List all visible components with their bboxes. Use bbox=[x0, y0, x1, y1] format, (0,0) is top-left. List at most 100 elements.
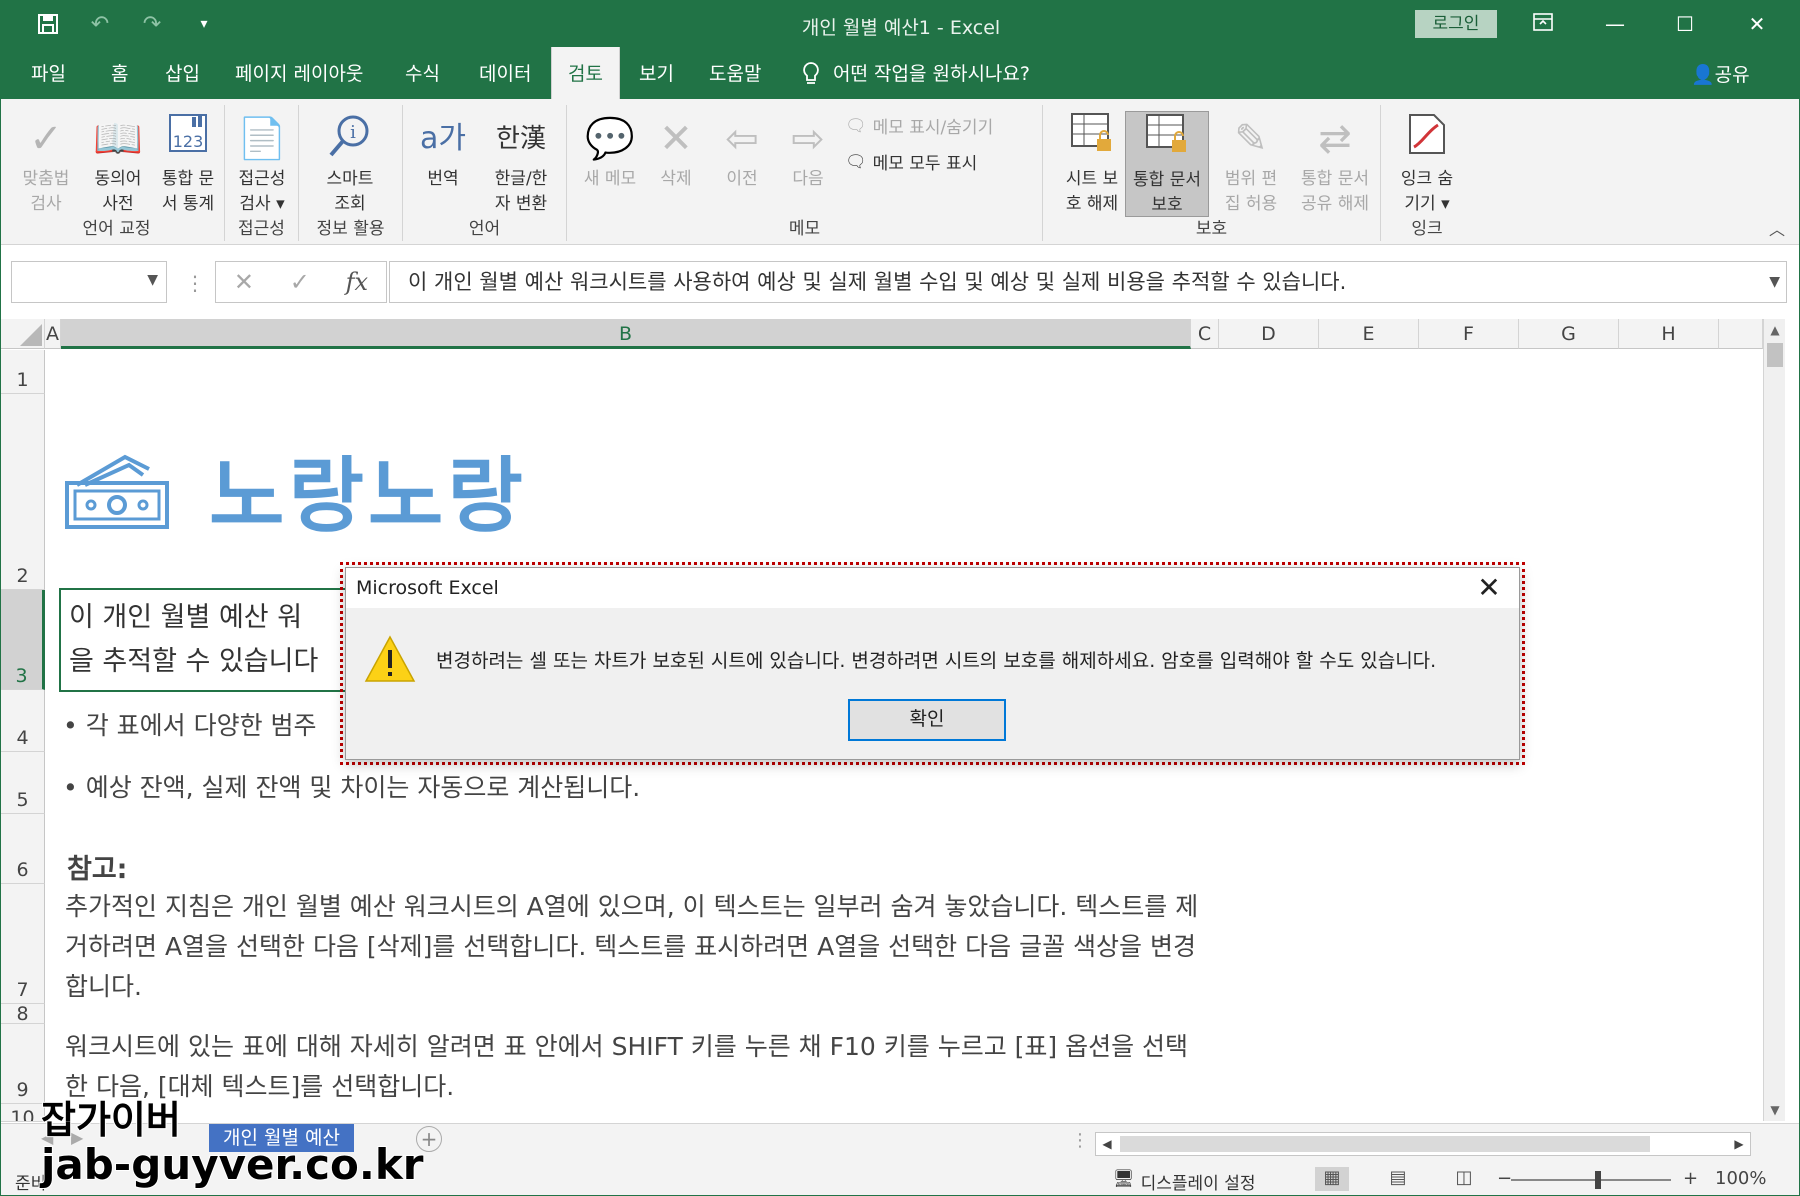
scroll-right-icon[interactable]: ▶ bbox=[1728, 1133, 1750, 1155]
column-header-d[interactable]: D bbox=[1219, 319, 1319, 349]
group-comments: 💬 새 메모 ✕ 삭제 ⇦ 이전 ⇨ 다음 🗨 메모 표시/숨기기 🗨 메모 모두 … bbox=[567, 105, 1043, 241]
smart-lookup-button[interactable]: i 스마트 조회 bbox=[317, 111, 383, 217]
allow-edit-ranges-button[interactable]: ✎ 범위 편 집 허용 bbox=[1213, 111, 1289, 217]
row-number: 3 bbox=[15, 665, 28, 687]
delete-comment-button[interactable]: ✕ 삭제 bbox=[643, 111, 709, 192]
column-header-f[interactable]: F bbox=[1419, 319, 1519, 349]
check-access-label-1: 접근성 bbox=[238, 169, 286, 189]
insert-function-icon[interactable]: fx bbox=[346, 268, 368, 296]
new-comment-button[interactable]: 💬 새 메모 bbox=[577, 111, 643, 192]
row-header-1[interactable]: 1 bbox=[1, 350, 45, 394]
tab-data[interactable]: 데이터 bbox=[463, 47, 547, 99]
next-comment-button[interactable]: ⇨ 다음 bbox=[775, 111, 841, 192]
tab-page-layout[interactable]: 페이지 레이아웃 bbox=[219, 47, 379, 99]
scroll-left-icon[interactable]: ◀ bbox=[1096, 1133, 1118, 1155]
thesaurus-label-1: 동의어 bbox=[94, 169, 142, 189]
row-header-8[interactable]: 8 bbox=[1, 1003, 45, 1025]
page-break-view-icon[interactable]: ◫ bbox=[1447, 1167, 1481, 1191]
ink-icon bbox=[1389, 111, 1465, 167]
show-all-comments-button[interactable]: 🗨 메모 모두 표시 bbox=[845, 149, 977, 175]
tell-me-search[interactable]: 어떤 작업을 원하시나요? bbox=[801, 47, 1030, 99]
row-header-10[interactable]: 10 bbox=[1, 1104, 45, 1122]
cancel-icon[interactable]: ✕ bbox=[234, 268, 254, 296]
hide-ink-label-2: 기기 ▾ bbox=[1404, 194, 1450, 214]
ok-button[interactable]: 확인 bbox=[848, 699, 1006, 741]
check-accessibility-button[interactable]: 📄 접근성 검사 ▾ bbox=[229, 111, 295, 217]
hide-ink-button[interactable]: 잉크 숨 기기 ▾ bbox=[1389, 111, 1465, 217]
tab-home[interactable]: 홈 bbox=[95, 47, 144, 99]
expand-formula-icon[interactable]: ▼ bbox=[1769, 262, 1780, 302]
column-header-b[interactable]: B bbox=[61, 319, 1191, 349]
column-header-e[interactable]: E bbox=[1319, 319, 1419, 349]
new-comment-label: 새 메모 bbox=[583, 169, 637, 189]
close-window-icon[interactable]: ✕ bbox=[1725, 7, 1789, 41]
thesaurus-button[interactable]: 📖 동의어 사전 bbox=[85, 111, 151, 217]
hscroll-thumb[interactable] bbox=[1120, 1136, 1650, 1152]
unshare-workbook-button[interactable]: ⇄ 통합 문서 공유 해제 bbox=[1293, 111, 1377, 217]
minimize-icon[interactable]: — bbox=[1583, 7, 1647, 41]
vertical-scrollbar[interactable]: ▲ ▼ bbox=[1763, 319, 1785, 1121]
show-hide-comment-button[interactable]: 🗨 메모 표시/숨기기 bbox=[845, 113, 994, 139]
tab-formulas[interactable]: 수식 bbox=[389, 47, 456, 99]
show-hide-comment-label: 메모 표시/숨기기 bbox=[872, 118, 994, 138]
comments-icon: 🗨 bbox=[845, 151, 867, 172]
enter-icon[interactable]: ✓ bbox=[290, 268, 310, 296]
tab-insert[interactable]: 삽입 bbox=[149, 47, 216, 99]
group-ink: 잉크 숨 기기 ▾ 잉크 bbox=[1381, 105, 1473, 241]
name-box[interactable]: ▼ bbox=[11, 261, 167, 303]
zoom-slider-handle[interactable] bbox=[1595, 1171, 1601, 1189]
horizontal-scrollbar[interactable]: ◀ ▶ bbox=[1095, 1132, 1751, 1156]
dialog-message: 변경하려는 셀 또는 차트가 보호된 시트에 있습니다. 변경하려면 시트의 보… bbox=[436, 650, 1437, 672]
display-settings-button[interactable]: 🖥 디스플레이 설정 bbox=[1113, 1169, 1255, 1194]
column-header-g[interactable]: G bbox=[1519, 319, 1619, 349]
select-all-corner[interactable] bbox=[1, 319, 45, 349]
row-header-9[interactable]: 9 bbox=[1, 1024, 45, 1104]
row-header-3[interactable]: 3 bbox=[1, 590, 45, 690]
row-number: 1 bbox=[16, 369, 29, 391]
row-header-7[interactable]: 7 bbox=[1, 884, 45, 1004]
previous-comment-button[interactable]: ⇦ 이전 bbox=[709, 111, 775, 192]
monitor-icon: 🖥 bbox=[1113, 1169, 1135, 1189]
column-header-h[interactable]: H bbox=[1619, 319, 1719, 349]
row-header-4[interactable]: 4 bbox=[1, 690, 45, 752]
translate-button[interactable]: a가 번역 bbox=[415, 111, 471, 192]
tab-review[interactable]: 검토 bbox=[551, 47, 620, 99]
login-button[interactable]: 로그인 bbox=[1415, 10, 1497, 38]
scroll-up-icon[interactable]: ▲ bbox=[1764, 319, 1786, 341]
page-layout-view-icon[interactable]: ▤ bbox=[1381, 1167, 1415, 1191]
column-header-blank bbox=[1719, 319, 1763, 349]
tab-view[interactable]: 보기 bbox=[623, 47, 690, 99]
scroll-down-icon[interactable]: ▼ bbox=[1764, 1099, 1786, 1121]
row-header-6[interactable]: 6 bbox=[1, 814, 45, 884]
dialog-close-icon[interactable]: ✕ bbox=[1469, 568, 1509, 608]
split-handle-icon[interactable]: ⋮ bbox=[1071, 1130, 1089, 1151]
drag-handle-icon[interactable]: ⋮ bbox=[185, 271, 205, 295]
row-number: 10 bbox=[10, 1107, 35, 1122]
formula-input[interactable]: 이 개인 월별 예산 워크시트를 사용하여 예상 및 실제 월별 수입 및 예상… bbox=[389, 261, 1787, 303]
workbook-statistics-button[interactable]: 123 통합 문 서 통계 bbox=[155, 111, 221, 217]
zoom-level[interactable]: 100% bbox=[1715, 1168, 1766, 1189]
tab-file[interactable]: 파일 bbox=[15, 47, 82, 99]
spelling-button[interactable]: ✓ 맞춤법 검사 bbox=[13, 111, 79, 217]
row-header-5[interactable]: 5 bbox=[1, 752, 45, 814]
statistics-icon: 123 bbox=[155, 111, 221, 167]
tab-help[interactable]: 도움말 bbox=[693, 47, 777, 99]
spell-check-icon: ✓ bbox=[29, 116, 63, 162]
collapse-ribbon-icon[interactable]: ︿ bbox=[1769, 216, 1785, 240]
normal-view-icon[interactable]: ▦ bbox=[1315, 1167, 1349, 1191]
hangul-hanja-button[interactable]: 한漢 한글/한 자 변환 bbox=[483, 111, 559, 217]
scroll-thumb[interactable] bbox=[1767, 343, 1783, 367]
maximize-icon[interactable]: ☐ bbox=[1653, 7, 1717, 41]
protect-workbook-button[interactable]: 통합 문서 보호 bbox=[1125, 111, 1209, 217]
column-header-c[interactable]: C bbox=[1191, 319, 1219, 349]
zoom-out-icon[interactable]: − bbox=[1497, 1168, 1512, 1189]
money-icon bbox=[63, 451, 171, 531]
unprotect-sheet-button[interactable]: 시트 보 호 해제 bbox=[1057, 111, 1127, 217]
share-button[interactable]: 👤공유 bbox=[1691, 47, 1750, 99]
ribbon-display-options-icon[interactable] bbox=[1511, 7, 1575, 41]
row-header-2[interactable]: 2 bbox=[1, 394, 45, 590]
zoom-in-icon[interactable]: + bbox=[1683, 1168, 1698, 1189]
column-header-a[interactable]: A bbox=[45, 319, 61, 349]
zoom-slider[interactable] bbox=[1511, 1179, 1671, 1181]
chevron-down-icon: ▼ bbox=[147, 272, 158, 288]
